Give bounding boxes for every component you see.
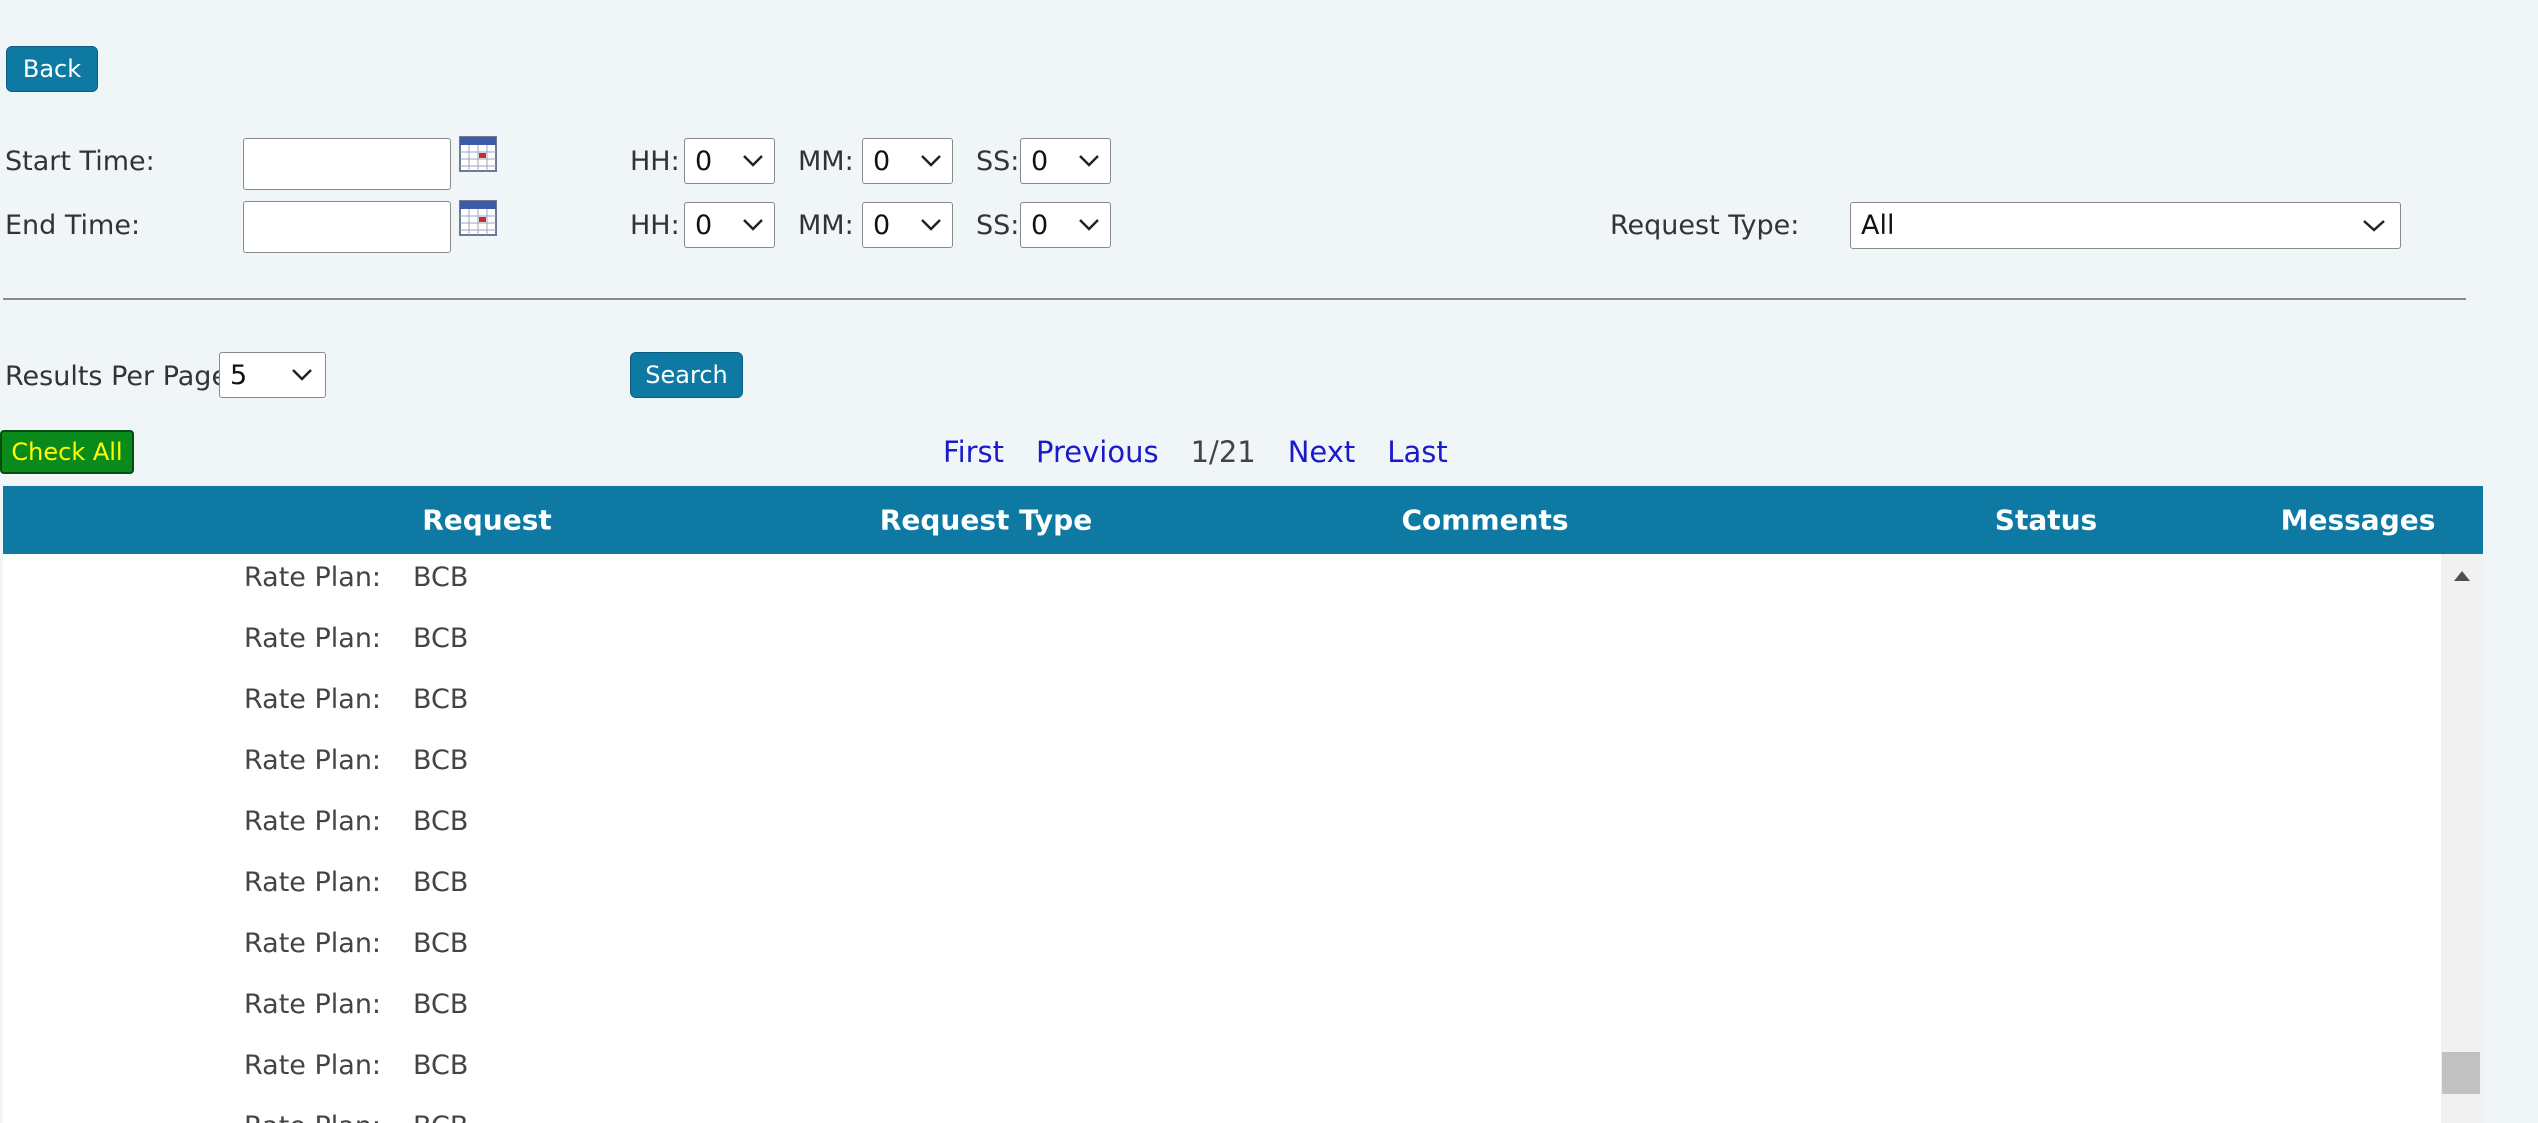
start-ss-label: SS: xyxy=(976,146,1020,177)
table-row: Rate Plan: BCB xyxy=(3,743,2443,804)
pager-previous-link[interactable]: Previous xyxy=(1036,435,1159,469)
start-hh-select[interactable]: 0 xyxy=(684,138,775,184)
end-date-input[interactable] xyxy=(243,201,451,253)
rate-plan-label: Rate Plan: xyxy=(244,684,382,715)
chevron-down-icon xyxy=(1079,219,1099,231)
rate-plan-value: BCB xyxy=(413,623,469,654)
rate-plan-value: BCB xyxy=(413,562,469,593)
end-ss-value: 0 xyxy=(1031,209,1049,241)
column-header-request[interactable]: Request xyxy=(422,504,552,537)
end-hh-select[interactable]: 0 xyxy=(684,202,775,248)
table-row: Rate Plan: BCB xyxy=(3,926,2443,987)
chevron-down-icon xyxy=(292,369,312,381)
start-time-label: Start Time: xyxy=(5,146,155,177)
end-mm-select[interactable]: 0 xyxy=(862,202,953,248)
divider xyxy=(3,298,2466,300)
column-header-comments[interactable]: Comments xyxy=(1401,504,1568,537)
results-per-page-label: Results Per Page: xyxy=(5,361,238,392)
rate-plan-value: BCB xyxy=(413,806,469,837)
rate-plan-label: Rate Plan: xyxy=(244,806,382,837)
table-row: Rate Plan: BCB xyxy=(3,682,2443,743)
chevron-down-icon xyxy=(2363,219,2385,232)
rate-plan-label: Rate Plan: xyxy=(244,1050,382,1081)
rate-plan-label: Rate Plan: xyxy=(244,623,382,654)
pagination: First Previous 1/21 Next Last xyxy=(943,435,1448,469)
pager-first-link[interactable]: First xyxy=(943,435,1004,469)
rate-plan-value: BCB xyxy=(413,989,469,1020)
rate-plan-value: BCB xyxy=(413,684,469,715)
table-row: Rate Plan: BCB xyxy=(3,865,2443,926)
rate-plan-value: BCB xyxy=(413,928,469,959)
request-type-label: Request Type: xyxy=(1610,210,1800,241)
rate-plan-value: BCB xyxy=(413,745,469,776)
end-time-label: End Time: xyxy=(5,210,141,241)
request-type-select[interactable]: All xyxy=(1850,202,2401,249)
table-row: Rate Plan: BCB xyxy=(3,560,2443,621)
rate-plan-value: BCB xyxy=(413,867,469,898)
table-row: Rate Plan: BCB xyxy=(3,1109,2443,1123)
end-ss-select[interactable]: 0 xyxy=(1020,202,1111,248)
start-mm-value: 0 xyxy=(873,145,891,177)
pager-last-link[interactable]: Last xyxy=(1387,435,1447,469)
table-row: Rate Plan: BCB xyxy=(3,1048,2443,1109)
pager-next-link[interactable]: Next xyxy=(1288,435,1356,469)
start-date-input[interactable] xyxy=(243,138,451,190)
start-mm-select[interactable]: 0 xyxy=(862,138,953,184)
chevron-down-icon xyxy=(1079,155,1099,167)
rate-plan-value: BCB xyxy=(413,1111,468,1123)
end-ss-label: SS: xyxy=(976,210,1020,241)
table-body: Rate Plan: BCB Rate Plan: BCB Rate Plan: BC… xyxy=(3,554,2483,1123)
chevron-down-icon xyxy=(743,155,763,167)
request-type-value: All xyxy=(1861,210,1895,241)
table-row: Rate Plan: BCB xyxy=(3,621,2443,682)
check-all-button[interactable]: Check All xyxy=(0,430,134,474)
table-header: Request Request Type Comments Status Mes… xyxy=(3,486,2483,554)
table-row: Rate Plan: BCB xyxy=(3,987,2443,1048)
rate-plan-label: Rate Plan: xyxy=(244,989,382,1020)
rate-plan-label: Rate Plan: xyxy=(244,867,382,898)
rate-plan-label: Rate Plan: xyxy=(244,745,382,776)
table-row: Rate Plan: BCB xyxy=(3,804,2443,865)
start-ss-select[interactable]: 0 xyxy=(1020,138,1111,184)
calendar-icon[interactable] xyxy=(459,136,497,172)
end-mm-label: MM: xyxy=(798,210,854,241)
end-hh-label: HH: xyxy=(630,210,680,241)
end-mm-value: 0 xyxy=(873,209,891,241)
chevron-down-icon xyxy=(921,219,941,231)
chevron-down-icon xyxy=(921,155,941,167)
calendar-icon[interactable] xyxy=(459,200,497,236)
search-button[interactable]: Search xyxy=(630,352,743,398)
column-header-messages[interactable]: Messages xyxy=(2281,504,2436,537)
rate-plan-label: Rate Plan: xyxy=(244,562,382,593)
chevron-down-icon xyxy=(743,219,763,231)
table-scrollbar[interactable] xyxy=(2441,554,2483,1123)
column-header-request-type[interactable]: Request Type xyxy=(880,504,1092,537)
pager-current-page: 1/21 xyxy=(1190,435,1256,469)
start-hh-value: 0 xyxy=(695,145,713,177)
end-hh-value: 0 xyxy=(695,209,713,241)
scroll-up-arrow-icon[interactable] xyxy=(2453,570,2471,582)
start-mm-label: MM: xyxy=(798,146,854,177)
column-header-status[interactable]: Status xyxy=(1995,504,2097,537)
rate-plan-value: BCB xyxy=(413,1050,469,1081)
results-per-page-select[interactable]: 5 xyxy=(219,352,326,398)
scrollbar-thumb[interactable] xyxy=(2442,1052,2480,1094)
back-button[interactable]: Back xyxy=(6,46,98,92)
rate-plan-label: Rate Plan: xyxy=(244,928,382,959)
rate-plan-label: Rate Plan: xyxy=(244,1111,381,1123)
start-ss-value: 0 xyxy=(1031,145,1049,177)
start-hh-label: HH: xyxy=(630,146,680,177)
results-per-page-value: 5 xyxy=(230,359,248,391)
